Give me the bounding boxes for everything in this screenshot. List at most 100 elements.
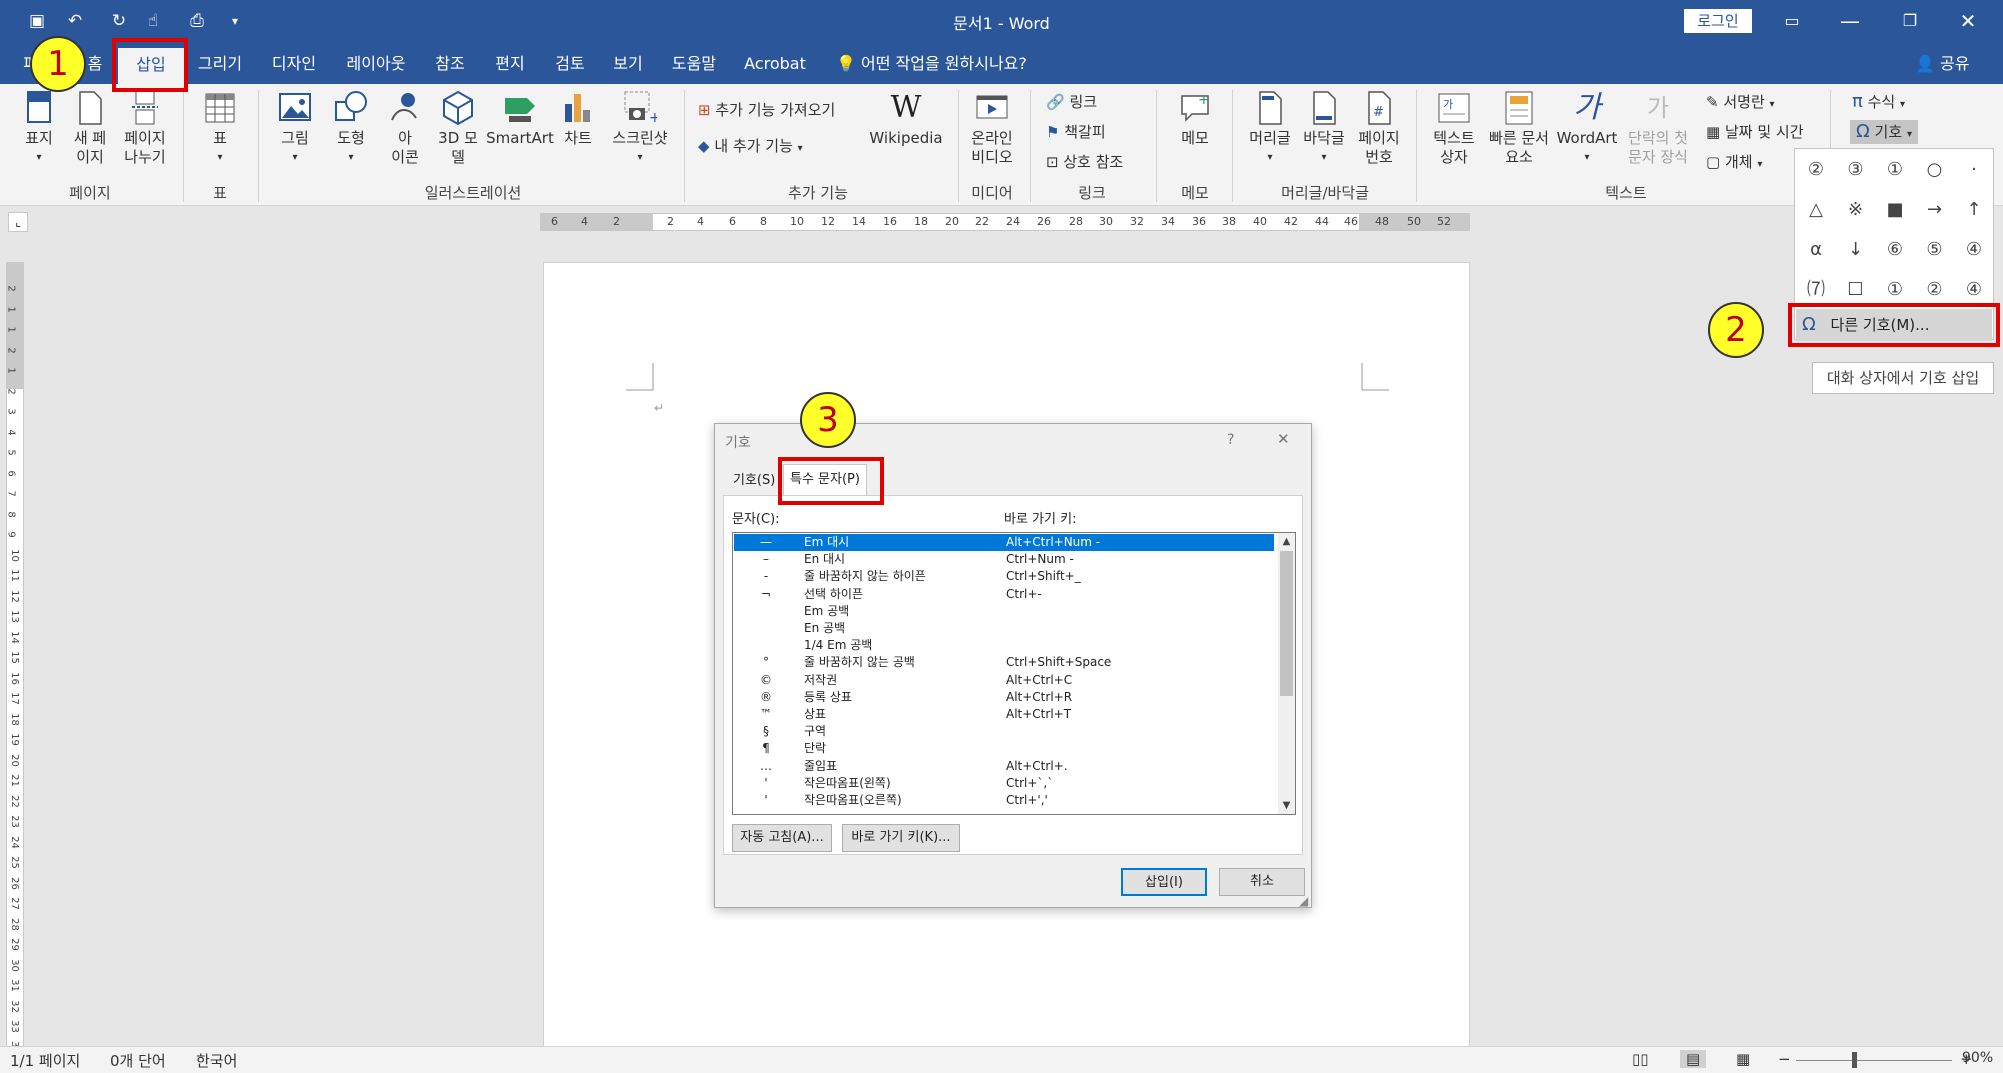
page-break-button[interactable]: 페이지 나누기: [116, 90, 174, 167]
recent-symbol[interactable]: ⑥: [1876, 231, 1914, 269]
ribbon-display-icon[interactable]: ▭: [1772, 6, 1812, 36]
horizontal-ruler[interactable]: 6 4 2 2 4 6 8 10 12 14 16 18 20 22 24 26 28 30 32 34 36 38 40 4…: [540, 213, 1470, 231]
symbol-button[interactable]: Ω 기호 ▾: [1850, 120, 1918, 144]
3d-models-button[interactable]: 3D 모 델: [432, 90, 484, 167]
recent-symbol[interactable]: ③: [1837, 151, 1875, 189]
zoom-slider-thumb[interactable]: [1852, 1052, 1857, 1068]
date-time-button[interactable]: ▦ 날짜 및 시간: [1706, 120, 1804, 144]
list-scrollbar[interactable]: ▲ ▼: [1278, 533, 1295, 814]
zoom-slider[interactable]: [1796, 1060, 1952, 1061]
tab-view[interactable]: 보기: [606, 44, 650, 84]
recent-symbol[interactable]: α: [1797, 231, 1835, 269]
wordart-button[interactable]: 가 WordArt ▾: [1554, 90, 1620, 167]
close-button[interactable]: ✕: [1948, 6, 1988, 36]
smartart-button[interactable]: SmartArt: [486, 90, 554, 148]
recent-symbol[interactable]: ①: [1876, 151, 1914, 189]
header-button[interactable]: 머리글 ▾: [1244, 90, 1296, 167]
minimize-button[interactable]: —: [1830, 6, 1870, 36]
list-item[interactable]: 1/4 Em 공백: [734, 637, 1274, 654]
equation-button[interactable]: π 수식 ▾: [1852, 90, 1905, 114]
textbox-button[interactable]: 가 텍스트 상자: [1426, 90, 1482, 167]
cover-page-button[interactable]: 표지 ▾: [14, 90, 64, 167]
recent-symbol[interactable]: ⑤: [1916, 231, 1954, 269]
tab-layout[interactable]: 레이아웃: [340, 44, 412, 84]
tab-design[interactable]: 디자인: [262, 44, 326, 84]
list-item[interactable]: – En 대시 Ctrl+Num -: [734, 551, 1274, 568]
recent-symbol[interactable]: →: [1916, 191, 1954, 229]
tab-review[interactable]: 검토: [548, 44, 592, 84]
tell-me-box[interactable]: 💡 어떤 작업을 원하시나요?: [836, 44, 1027, 84]
read-mode-icon[interactable]: ▯▯: [1632, 1050, 1649, 1068]
cancel-button[interactable]: 취소: [1219, 868, 1305, 896]
tab-draw[interactable]: 그리기: [190, 44, 250, 84]
table-button[interactable]: 표 ▾: [196, 90, 244, 167]
recent-symbol[interactable]: ○: [1916, 151, 1954, 189]
list-item[interactable]: © 저작권 Alt+Ctrl+C: [734, 672, 1274, 689]
tab-help[interactable]: 도움말: [664, 44, 724, 84]
web-layout-icon[interactable]: ▦: [1736, 1050, 1750, 1068]
list-item[interactable]: ¬ 선택 하이픈 Ctrl+-: [734, 586, 1274, 603]
recent-symbol[interactable]: △: [1797, 191, 1835, 229]
list-item[interactable]: ' 작은따옴표(왼쪽) Ctrl+`,`: [734, 775, 1274, 792]
list-item[interactable]: … 줄임표 Alt+Ctrl+.: [734, 758, 1274, 775]
page-count[interactable]: 1/1 페이지: [10, 1050, 80, 1071]
screenshot-button[interactable]: + 스크린샷 ▾: [604, 90, 676, 167]
list-item[interactable]: Em 공백: [734, 603, 1274, 620]
tab-mailings[interactable]: 편지: [488, 44, 532, 84]
tab-selector-icon[interactable]: ⌞: [8, 212, 28, 232]
object-button[interactable]: ▢ 개체 ▾: [1706, 150, 1762, 174]
dialog-close-button[interactable]: ✕: [1277, 430, 1290, 448]
list-item[interactable]: ' 작은따옴표(오른쪽) Ctrl+',': [734, 792, 1274, 809]
bookmark-button[interactable]: ⚑ 책갈피: [1046, 120, 1106, 144]
online-video-button[interactable]: 온라인 비디오: [964, 90, 1020, 167]
list-item[interactable]: § 구역: [734, 723, 1274, 740]
comment-button[interactable]: + 메모: [1168, 90, 1222, 148]
recent-symbol[interactable]: ·: [1955, 151, 1993, 189]
list-item[interactable]: ° 줄 바꿈하지 않는 공백 Ctrl+Shift+Space: [734, 654, 1274, 671]
scroll-thumb[interactable]: [1280, 551, 1293, 696]
restore-button[interactable]: ❐: [1890, 6, 1930, 36]
shortcut-key-button[interactable]: 바로 가기 키(K)...: [842, 824, 960, 852]
tab-acrobat[interactable]: Acrobat: [740, 44, 810, 84]
list-item[interactable]: ¶ 단락: [734, 740, 1274, 757]
list-item[interactable]: ™ 상표 Alt+Ctrl+T: [734, 706, 1274, 723]
zoom-percent[interactable]: 90%: [1962, 1050, 1993, 1066]
icons-button[interactable]: 아 이콘: [380, 90, 430, 167]
recent-symbol[interactable]: ↓: [1837, 231, 1875, 269]
page-number-button[interactable]: # 페이지 번호: [1352, 90, 1406, 167]
recent-symbol[interactable]: ④: [1955, 231, 1993, 269]
word-count[interactable]: 0개 단어: [110, 1050, 166, 1071]
recent-symbol[interactable]: ■: [1876, 191, 1914, 229]
tab-references[interactable]: 참조: [428, 44, 472, 84]
help-button[interactable]: ?: [1227, 432, 1234, 448]
list-item[interactable]: En 공백: [734, 620, 1274, 637]
zoom-out-icon[interactable]: −: [1778, 1050, 1791, 1068]
language[interactable]: 한국어: [196, 1050, 237, 1071]
get-addins-button[interactable]: ⊞ 추가 기능 가져오기: [698, 98, 835, 122]
recent-symbol[interactable]: ※: [1837, 191, 1875, 229]
recent-symbol[interactable]: ↑: [1955, 191, 1993, 229]
resize-grip-icon[interactable]: ◢: [1299, 894, 1308, 908]
quick-parts-button[interactable]: 빠른 문서 요소: [1484, 90, 1554, 167]
shapes-button[interactable]: 도형 ▾: [326, 90, 376, 167]
scroll-up-icon[interactable]: ▲: [1278, 533, 1295, 550]
pictures-button[interactable]: 그림 ▾: [270, 90, 320, 167]
share-button[interactable]: 👤 공유: [1915, 44, 1969, 84]
insert-button[interactable]: 삽입(I): [1121, 868, 1207, 896]
recent-symbol[interactable]: ②: [1797, 151, 1835, 189]
my-addins-button[interactable]: ◆ 내 추가 기능 ▾: [698, 134, 803, 158]
dropcap-button[interactable]: 가 단락의 첫 문자 장식: [1620, 90, 1696, 167]
blank-page-button[interactable]: 새 페 이지: [66, 90, 114, 167]
signature-line-button[interactable]: ✎ 서명란 ▾: [1706, 90, 1775, 114]
wikipedia-button[interactable]: W Wikipedia: [866, 90, 946, 148]
cross-reference-button[interactable]: ⊡ 상호 참조: [1046, 150, 1123, 174]
footer-button[interactable]: 바닥글 ▾: [1298, 90, 1350, 167]
login-button[interactable]: 로그인: [1684, 9, 1752, 33]
chart-button[interactable]: 차트: [556, 90, 600, 148]
link-button[interactable]: 🔗 링크: [1046, 90, 1097, 114]
list-item[interactable]: — Em 대시 Alt+Ctrl+Num -: [734, 534, 1274, 551]
print-layout-icon[interactable]: ▤: [1680, 1050, 1707, 1068]
scroll-down-icon[interactable]: ▼: [1278, 797, 1295, 814]
tab-symbols[interactable]: 기호(S): [727, 466, 781, 496]
autocorrect-button[interactable]: 자동 고침(A)...: [732, 824, 832, 852]
